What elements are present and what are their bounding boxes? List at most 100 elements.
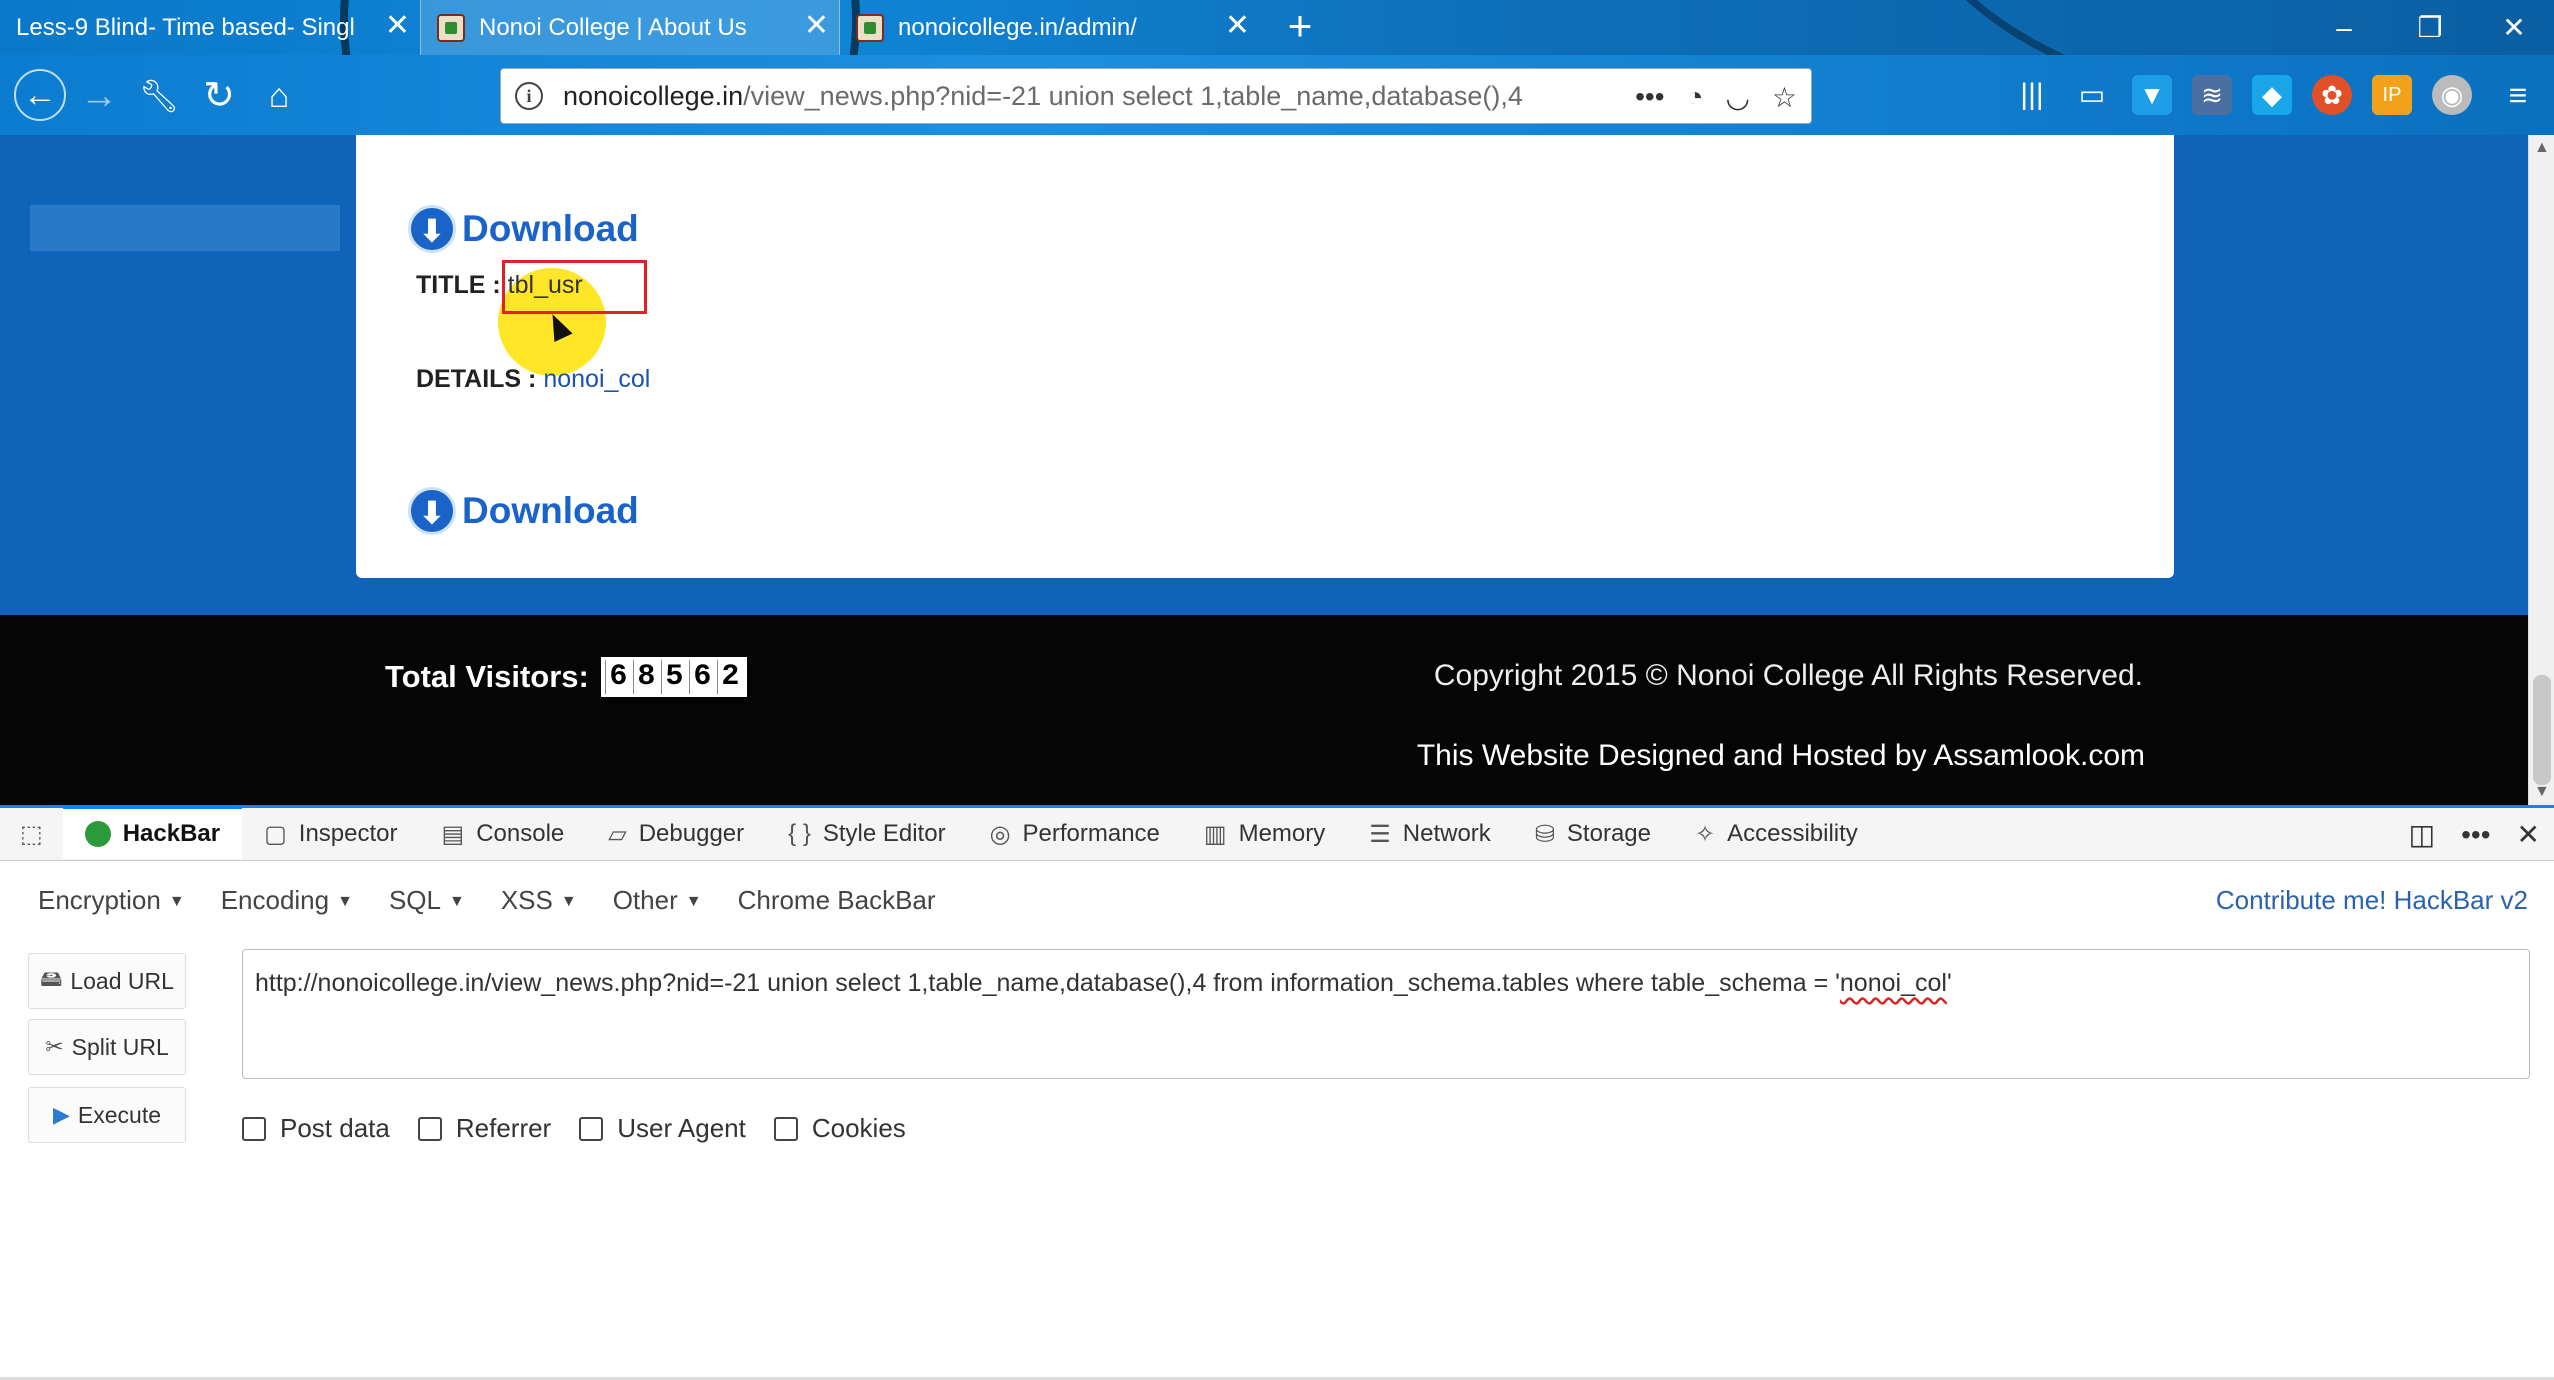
close-tab-icon[interactable]: ✕ [1225,11,1250,41]
tab-label: Memory [1238,820,1326,847]
caret-down-icon: ▼ [448,893,465,911]
home-icon[interactable]: ⌂ [256,73,302,119]
page-footer: Total Visitors: 6 8 5 6 2 Copyright 2015… [0,615,2528,805]
load-url-button[interactable]: 🖴︎ Load URL [28,953,186,1009]
tab-nonoi-about[interactable]: Nonoi College | About Us ✕ [420,0,840,55]
site-info-icon[interactable]: i [515,82,543,110]
dock-side-icon[interactable]: ◫ [2409,818,2435,851]
menu-sql[interactable]: SQL ▼ [389,885,465,916]
hackbar-url-textarea[interactable]: http://nonoicollege.in/view_news.php?nid… [242,949,2530,1079]
tab-label: Network [1402,820,1491,847]
download-icon: ⬇ [408,487,456,535]
user-agent-checkbox[interactable]: User Agent [579,1113,746,1144]
tab-storage[interactable]: ⛁ Storage [1513,808,1673,861]
scroll-down-icon[interactable]: ▼ [2534,783,2550,801]
lightbulb-icon[interactable]: ◔ [1687,81,1704,113]
left-sidebar-block [30,205,340,251]
ip-extension-icon[interactable]: IP [2372,75,2412,115]
button-label: Execute [77,1101,162,1128]
tab-hackbar[interactable]: HackBar [62,806,243,859]
web-page: ⬇ Download TITLE : tbl_usr DETAILS : non… [0,135,2528,615]
download-icon: ⬇ [408,205,456,253]
new-tab-button[interactable]: + [1280,5,1320,47]
tab-less-9[interactable]: Less-9 Blind- Time based- Single ✕ [0,0,420,55]
sidebar-icon[interactable]: ▭ [2072,75,2112,115]
execute-button[interactable]: ▶ Execute [28,1087,186,1143]
tab-label: nonoicollege.in/admin/ [898,13,1137,41]
restore-button[interactable]: ❐ [2390,0,2470,55]
extension-globe-icon[interactable]: ◉ [2432,75,2472,115]
checkbox-box[interactable] [773,1116,798,1141]
download-link[interactable]: ⬇ Download [408,487,639,535]
close-tab-icon[interactable]: ✕ [804,11,829,41]
extension-pin-icon[interactable]: ▼ [2132,75,2172,115]
contribute-link[interactable]: Contribute me! HackBar v2 [2216,885,2528,916]
chrome-backbar-link[interactable]: Chrome BackBar [738,885,936,916]
download-link[interactable]: ⬇ Download [408,205,639,253]
scroll-up-icon[interactable]: ▲ [2534,139,2550,157]
caret-down-icon: ▼ [337,893,353,911]
minimize-button[interactable]: – [2304,0,2384,55]
tab-style-editor[interactable]: { } Style Editor [766,808,967,861]
button-label: Split URL [71,1033,169,1060]
checkbox-box[interactable] [242,1116,266,1141]
devtools-menu-icon[interactable]: ••• [2461,819,2490,851]
url-actions: ••• ◔ ◡ ☆ [1635,69,1797,125]
cookies-checkbox[interactable]: Cookies [773,1113,906,1144]
tab-accessibility[interactable]: ✧ Accessibility [1673,808,1880,861]
tab-label: Inspector [298,820,398,847]
split-url-button[interactable]: ✂ Split URL [28,1019,186,1075]
debugger-icon: ▱ [608,820,627,848]
address-bar[interactable]: i nonoicollege.in/view_news.php?nid=-21 … [500,68,1812,124]
visitors-label: Total Visitors: [385,659,589,694]
memory-icon: ▥ [1203,820,1227,848]
tab-console[interactable]: ▤ Console [420,808,587,861]
close-window-button[interactable]: ✕ [2474,0,2554,55]
page-scrollbar[interactable]: ▲ ▼ [2528,135,2554,805]
page-actions-icon[interactable]: ••• [1635,81,1664,113]
tab-label: Less-9 Blind- Time based- Single [16,13,356,41]
tab-performance[interactable]: ◎ Performance [968,808,1182,861]
url-text[interactable]: nonoicollege.in/view_news.php?nid=-21 un… [563,81,1583,112]
menu-xss[interactable]: XSS ▼ [501,885,577,916]
post-data-checkbox[interactable]: Post data [242,1113,390,1144]
designed-by-text: This Website Designed and Hosted by Assa… [1416,739,2145,772]
braces-icon: { } [788,820,811,847]
devtools-tabbar: ⬚ HackBar ▢ Inspector ▤ Console ▱ Debugger … [0,805,2554,861]
referrer-checkbox[interactable]: Referrer [417,1113,551,1144]
tab-debugger[interactable]: ▱ Debugger [586,808,766,861]
pocket-icon[interactable]: ◡ [1725,81,1749,114]
close-tab-icon[interactable]: ✕ [385,11,410,41]
tab-label: Accessibility [1727,820,1858,847]
url-text: http://nonoicollege.in/view_news.php?nid… [255,969,1840,997]
back-arrow-icon[interactable]: ← [14,69,66,121]
library-icon[interactable]: ||| [2012,75,2052,115]
extension-stack-icon[interactable]: ≋ [2192,75,2232,115]
reload-icon[interactable]: ↻ [196,73,242,119]
bookmark-star-icon[interactable]: ☆ [1772,81,1797,114]
checkbox-box[interactable] [417,1116,442,1141]
hamburger-menu-icon[interactable]: ≡ [2498,75,2538,115]
url-host: nonoicollege.in [563,80,744,111]
tab-nonoi-admin[interactable]: nonoicollege.in/admin/ ✕ [840,0,1260,55]
menu-label: Encryption [38,885,161,915]
scroll-thumb[interactable] [2533,675,2551,785]
college-favicon-icon [437,13,465,42]
close-devtools-icon[interactable]: ✕ [2517,818,2540,851]
hackbar-panel: Encryption ▼ Encoding ▼ SQL ▼ XSS ▼ Other ▼ C… [0,861,2554,1380]
extension-cube-icon[interactable]: ◆ [2252,75,2292,115]
college-favicon-icon [856,13,884,42]
checkbox-box[interactable] [579,1116,604,1141]
tab-memory[interactable]: ▥ Memory [1182,808,1347,861]
forward-arrow-icon[interactable]: → [76,73,122,119]
element-picker-icon[interactable]: ⬚ [0,808,63,861]
button-label: Load URL [70,967,174,994]
navigation-toolbar: ← → 🔧︎ ↻ ⌂ i nonoicollege.in/view_news.p… [0,55,2554,135]
extension-orange-icon[interactable]: ✿ [2312,75,2352,115]
menu-other[interactable]: Other ▼ [613,885,702,916]
wrench-icon[interactable]: 🔧︎ [136,73,182,119]
tab-inspector[interactable]: ▢ Inspector [242,808,419,861]
menu-encryption[interactable]: Encryption ▼ [38,885,185,916]
tab-network[interactable]: ☰ Network [1347,808,1513,861]
menu-encoding[interactable]: Encoding ▼ [221,885,353,916]
